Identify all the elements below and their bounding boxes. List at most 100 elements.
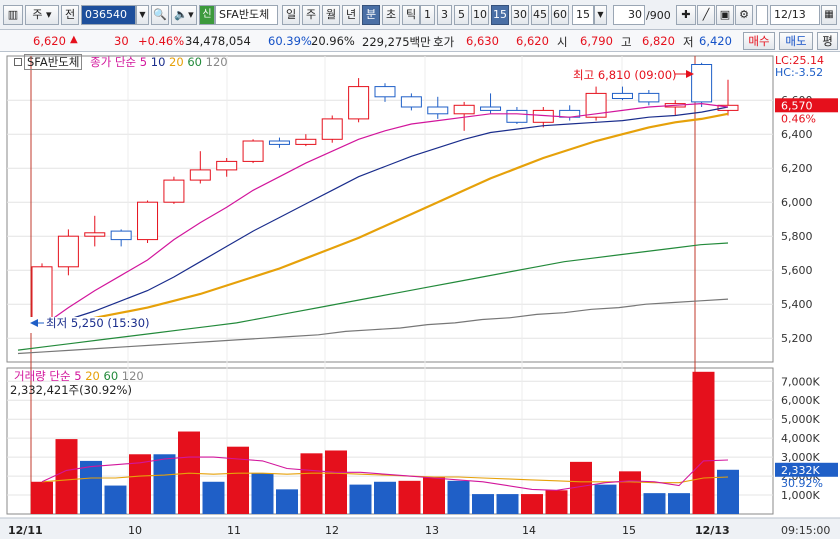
x-label-6: 15 xyxy=(622,524,636,537)
candle-body xyxy=(163,179,185,203)
volume-bar xyxy=(496,494,519,514)
interval-dropdown-icon[interactable]: ▼ xyxy=(594,5,607,25)
volume-bar xyxy=(472,494,494,514)
interval-tab-3[interactable]: 3 xyxy=(437,5,452,25)
price-panel-legend: SFA반도체 종가 단순 5 10 20 60 120 xyxy=(14,54,228,70)
volume-bar xyxy=(300,453,323,514)
volume-summary: 2,332,421주(30.92%) xyxy=(10,383,132,397)
hoga-buy: 6,620 xyxy=(516,34,549,48)
code-dropdown-icon[interactable]: ▼ xyxy=(136,5,149,25)
high-label: 고 xyxy=(621,35,632,49)
candle-body xyxy=(480,106,502,111)
x-label-0: 12/11 xyxy=(8,524,43,537)
volume-bar xyxy=(692,371,715,514)
candle-body xyxy=(321,118,343,140)
volume-bar xyxy=(104,485,127,514)
search-icon[interactable]: 🔍 xyxy=(151,5,169,25)
volume-bar xyxy=(251,473,274,514)
price-tick-5600: 5,600 xyxy=(781,264,813,277)
volume-tick-6: 7,000K xyxy=(781,375,820,388)
interval-tab-10[interactable]: 10 xyxy=(471,5,489,25)
trendline-icon[interactable]: ╱ xyxy=(697,5,715,25)
gear-icon[interactable]: ⚙ xyxy=(735,5,753,25)
turnover-rate: 20.96% xyxy=(311,34,355,48)
period-tab-3[interactable]: 년 xyxy=(342,5,360,25)
trade-amount: 229,275백만 xyxy=(362,35,431,49)
sell-button[interactable]: 매도 xyxy=(779,32,813,50)
count-input[interactable]: 30 xyxy=(613,5,645,25)
open-price: 6,790 xyxy=(580,34,613,48)
more-button[interactable]: 평 xyxy=(817,32,838,50)
speaker-icon[interactable]: 🔈▾ xyxy=(171,5,197,25)
volume-bar xyxy=(643,493,666,514)
period-tab-4[interactable]: 분 xyxy=(362,5,380,25)
candle-body xyxy=(453,104,475,115)
interval-tab-5[interactable]: 5 xyxy=(454,5,469,25)
interval-tab-15[interactable]: 15 xyxy=(491,5,509,25)
market-button[interactable]: 전 xyxy=(61,5,79,25)
candle-body xyxy=(374,86,396,98)
candle-body xyxy=(216,160,238,171)
period-tab-2[interactable]: 월 xyxy=(322,5,340,25)
volume-bar xyxy=(276,489,298,514)
candle-body xyxy=(691,64,713,103)
interval-tab-60[interactable]: 60 xyxy=(551,5,569,25)
period-tab-0[interactable]: 일 xyxy=(282,5,300,25)
low-label: 저 xyxy=(683,35,694,49)
candle-body xyxy=(84,232,106,237)
save-icon[interactable]: ▣ xyxy=(716,5,734,25)
x-label-4: 13 xyxy=(425,524,439,537)
date-checkbox[interactable] xyxy=(756,5,768,25)
price-tick-5200: 5,200 xyxy=(781,332,813,345)
period-tab-6[interactable]: 틱 xyxy=(402,5,420,25)
layout-icon[interactable]: ▥ xyxy=(3,5,23,25)
calendar-icon[interactable]: ▦ xyxy=(821,5,837,25)
period-tab-5[interactable]: 초 xyxy=(382,5,400,25)
volume-bar xyxy=(594,484,617,514)
chart-svg[interactable]: 5,2005,4005,6005,8006,0006,2006,4006,600… xyxy=(0,52,840,539)
interval-tab-45[interactable]: 45 xyxy=(531,5,549,25)
current-price: 6,620 xyxy=(33,34,66,48)
volume-bar xyxy=(374,481,396,514)
ma120-label: 120 xyxy=(205,55,228,69)
volume-current-tag: 2,332K xyxy=(781,464,820,477)
volume-legend-prefix: 거래량 단순 xyxy=(14,369,71,383)
interval-tab-1[interactable]: 1 xyxy=(420,5,435,25)
candle-body xyxy=(268,140,290,145)
crosshair-icon[interactable]: ✚ xyxy=(676,5,696,25)
period-tab-1[interactable]: 주 xyxy=(302,5,320,25)
interval-tab-30[interactable]: 30 xyxy=(511,5,529,25)
total-volume: 34,478,054 xyxy=(185,34,251,48)
volume-ratio: 60.39% xyxy=(268,34,312,48)
price-legend-prefix: 종가 단순 xyxy=(90,55,137,69)
chart-type-select[interactable]: 주 ▾ xyxy=(25,5,59,25)
price-tick-6200: 6,200 xyxy=(781,162,813,175)
toolbar: ▥ 주 ▾ 전 036540 ▼ 🔍 🔈▾ 신 SFA반도체 15 ▼ 30 /… xyxy=(0,0,840,30)
interval-select[interactable]: 15 xyxy=(572,5,594,25)
volume-bar xyxy=(325,450,347,514)
price-tick-5800: 5,800 xyxy=(781,230,813,243)
candle-body xyxy=(611,92,633,100)
candle-body xyxy=(506,109,528,123)
candle-body xyxy=(400,96,422,108)
volume-bar xyxy=(227,446,249,514)
price-panel-name: SFA반도체 xyxy=(24,54,83,70)
volume-bar xyxy=(619,471,641,514)
volume-bar xyxy=(398,480,421,514)
candle-body xyxy=(110,230,132,241)
candle-body xyxy=(242,140,264,162)
date-input[interactable]: 12/13 xyxy=(770,5,820,25)
quote-bar: 6,620 ▲ 30 +0.46% 34,478,054 60.39% 20.9… xyxy=(0,30,840,52)
panel-box-icon xyxy=(14,58,22,66)
volume-bar xyxy=(80,460,102,514)
stock-name-field[interactable]: SFA반도체 xyxy=(215,5,278,25)
volume-tick-4: 5,000K xyxy=(781,413,820,426)
current-price-tag: 6,570 xyxy=(781,99,813,112)
candle-body xyxy=(348,86,370,120)
up-arrow-icon: ▲ xyxy=(70,34,78,45)
x-label-7: 12/13 xyxy=(695,524,730,537)
buy-button[interactable]: 매수 xyxy=(743,32,775,50)
stock-code-input[interactable]: 036540 xyxy=(81,5,136,25)
volume-tick-3: 4,000K xyxy=(781,432,820,445)
chart-area[interactable]: 5,2005,4005,6005,8006,0006,2006,4006,600… xyxy=(0,52,840,539)
